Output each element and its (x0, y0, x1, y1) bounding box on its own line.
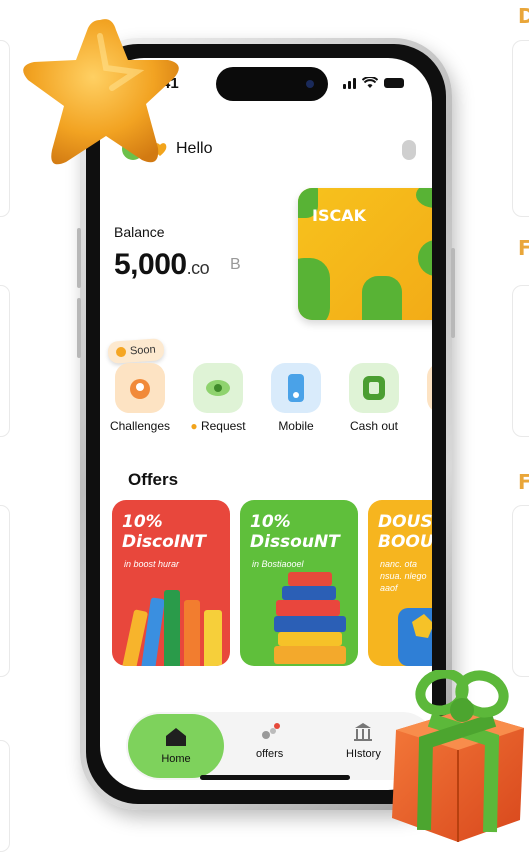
phone-side-button (77, 298, 81, 358)
mobile-icon (271, 363, 321, 413)
offers-heading: Offers (128, 470, 179, 489)
home-icon (166, 728, 186, 746)
dynamic-island (216, 67, 328, 101)
offer-card[interactable]: 10% DissouNT in Bostiaooel (240, 500, 358, 666)
request-coin-icon: ● (190, 419, 198, 433)
nav-label: offers (256, 748, 284, 760)
nav-item-home[interactable]: Home (128, 714, 224, 778)
balance-amount: 5,000.co (114, 248, 210, 282)
challenge-icon (115, 363, 165, 413)
action-mobile[interactable]: Mobile (256, 363, 336, 433)
offer-title: 10% DissouNT (250, 512, 340, 552)
more-icon (427, 363, 432, 413)
offer-title: 10% DiscoINT (122, 512, 206, 552)
edge-letter: F (518, 236, 529, 260)
background-card (0, 285, 10, 437)
offer-subtitle: in boost hurar (124, 559, 180, 569)
edge-letter: F (518, 470, 529, 494)
edge-letter: D (518, 4, 529, 28)
soon-label: Soon (129, 343, 157, 358)
action-more[interactable]: C (412, 363, 432, 433)
action-label: Challenges (109, 419, 171, 433)
background-card (512, 505, 529, 677)
action-label: ● Request (190, 419, 246, 433)
books-icon (122, 590, 222, 666)
balance-label: Balance (114, 224, 165, 240)
background-card (0, 505, 10, 677)
notification-icon[interactable] (402, 140, 416, 160)
background-card (512, 40, 529, 217)
quick-actions: Challenges ● Request Mobile Cash out (100, 363, 432, 443)
action-challenges[interactable]: Challenges (100, 363, 180, 433)
card-brand: ISCAK (312, 206, 366, 225)
signal-icon (343, 77, 356, 89)
coin-icon (115, 346, 127, 358)
offers-icon (261, 723, 280, 739)
books-icon (274, 572, 346, 664)
background-card (0, 740, 10, 852)
gift-decoration-icon (392, 670, 524, 842)
offer-card[interactable]: DOUSD BOOUS nanc. ota nsua. nlego aaof (368, 500, 432, 666)
action-label: Mobile (278, 419, 314, 433)
nav-label: Home (161, 753, 191, 765)
nav-item-history[interactable]: HIstory (346, 722, 381, 760)
action-label: C (412, 419, 432, 433)
offer-title: DOUSD BOOUS (378, 512, 432, 552)
balance-value: 5,000 (114, 248, 187, 281)
cash-out-icon (349, 363, 399, 413)
status-icons (343, 77, 404, 89)
nav-label: HIstory (346, 748, 381, 760)
background-card (512, 285, 529, 437)
phone-side-button (77, 228, 81, 288)
action-cash-out[interactable]: Cash out (334, 363, 414, 433)
phone-side-button (451, 248, 455, 338)
balance-cents: .co (186, 258, 210, 278)
wifi-icon (362, 77, 378, 88)
home-indicator (200, 775, 350, 780)
battery-icon (384, 78, 404, 88)
offer-subtitle: nanc. ota nsua. nlego aaof (380, 559, 427, 593)
payment-card[interactable]: ISCAK (298, 188, 432, 320)
star-decoration-icon (23, 19, 179, 165)
gift-box-icon (398, 608, 432, 666)
balance-currency: B (230, 256, 241, 273)
soon-badge: Soon (107, 338, 165, 364)
action-label: Cash out (349, 419, 399, 433)
nav-item-offers[interactable]: offers (256, 722, 283, 760)
action-request[interactable]: ● Request (178, 363, 258, 433)
offer-card[interactable]: 10% DiscoINT in boost hurar (112, 500, 230, 666)
history-icon (354, 723, 373, 741)
request-icon (193, 363, 243, 413)
